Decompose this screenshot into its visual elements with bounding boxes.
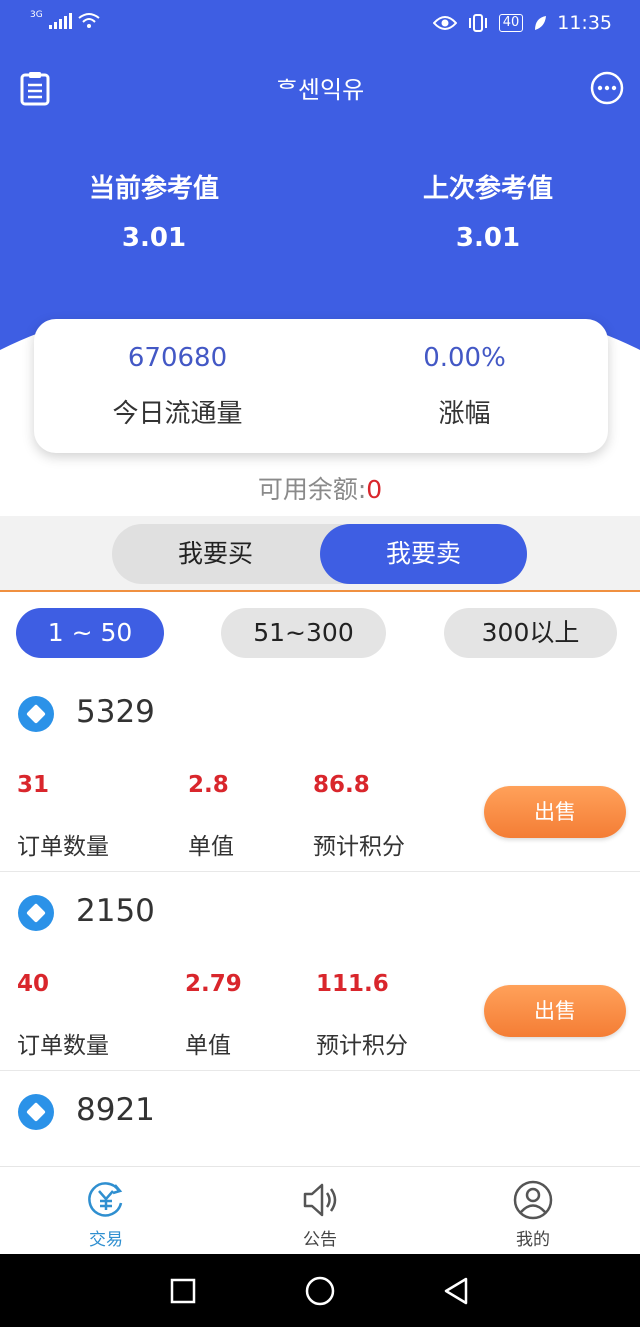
nav-trade[interactable]: 交易 (46, 1179, 166, 1250)
points-value: 111.6 (316, 971, 389, 997)
diamond-icon (18, 895, 54, 931)
home-icon[interactable] (305, 1276, 335, 1306)
volume-stat: 670680 今日流通量 (34, 343, 321, 430)
more-icon[interactable] (589, 70, 625, 106)
list-item: 5329 (0, 684, 640, 744)
points-value: 86.8 (313, 772, 370, 798)
summary-card: 670680 今日流通量 0.00% 涨幅 (34, 319, 608, 453)
item-id: 2150 (76, 893, 155, 929)
points-label: 预计积分 (313, 834, 405, 860)
diamond-icon (18, 696, 54, 732)
item-id: 8921 (76, 1092, 155, 1128)
clock: 11:35 (557, 12, 612, 34)
diamond-icon (18, 1094, 54, 1130)
unit-label: 单值 (188, 834, 234, 860)
leaf-icon (535, 16, 547, 30)
page-title: ᄒ센익유 (275, 76, 365, 104)
tab-sell[interactable]: 我要卖 (320, 524, 527, 584)
nav-trade-label: 交易 (89, 1230, 123, 1250)
change-label: 涨幅 (438, 399, 491, 429)
current-reference-label: 当前参考值 (88, 174, 219, 204)
vibrate-icon (468, 14, 487, 32)
range-filter-51-300[interactable]: 51~300 (221, 608, 386, 658)
list-item: 2150 (0, 883, 640, 943)
status-bar: 3G 40 11:35 (0, 10, 640, 40)
back-icon[interactable] (442, 1276, 470, 1306)
trade-icon (88, 1182, 123, 1217)
unit-value: 2.8 (188, 772, 229, 798)
range-filter-1-50[interactable]: 1 ~ 50 (16, 608, 164, 658)
sell-button[interactable]: 出售 (484, 985, 626, 1037)
order-count-value: 31 (17, 772, 50, 798)
order-count-label: 订单数量 (17, 834, 109, 860)
recents-icon[interactable] (170, 1278, 196, 1304)
divider (0, 871, 640, 872)
battery-icon: 40 (498, 14, 524, 32)
current-reference: 当前参考值 3.01 (24, 168, 284, 253)
tab-buy[interactable]: 我要买 (112, 524, 319, 584)
current-reference-value: 3.01 (121, 223, 187, 253)
change-value: 0.00% (423, 343, 506, 373)
volume-label: 今日流通量 (112, 399, 243, 429)
order-count-label: 订单数量 (17, 1033, 109, 1059)
nav-mine-label: 我的 (516, 1230, 550, 1250)
system-nav-bar (0, 1254, 640, 1327)
item-id: 5329 (76, 694, 155, 730)
balance-amount: 0 (366, 475, 383, 504)
divider (0, 1070, 640, 1071)
trade-tabs: 我要买 我要卖 (0, 516, 640, 592)
wifi-icon (78, 13, 100, 28)
sell-button[interactable]: 出售 (484, 786, 626, 838)
list-item: 8921 (0, 1082, 640, 1142)
points-label: 预计积分 (316, 1033, 408, 1059)
order-count-value: 40 (17, 971, 50, 997)
range-filter-300-plus[interactable]: 300以上 (444, 608, 617, 658)
volume-value: 670680 (127, 343, 228, 373)
previous-reference-value: 3.01 (455, 223, 521, 253)
segmented-control: 我要买 我要卖 (112, 524, 527, 584)
network-type: 3G (30, 10, 43, 20)
bottom-nav: 交易 公告 我的 (0, 1166, 640, 1255)
unit-value: 2.79 (185, 971, 242, 997)
unit-label: 单值 (185, 1033, 231, 1059)
eye-icon (432, 16, 457, 30)
previous-reference: 上次参考值 3.01 (358, 168, 618, 253)
nav-announcement-label: 公告 (303, 1230, 337, 1250)
speaker-icon (303, 1183, 337, 1217)
change-stat: 0.00% 涨幅 (321, 343, 608, 430)
balance-label: 可用余额: (257, 475, 367, 504)
available-balance: 可用余额:0 (0, 470, 640, 506)
previous-reference-label: 上次参考值 (422, 174, 553, 204)
signal-icon (48, 13, 72, 29)
app-header: ᄒ센익유 (0, 60, 640, 116)
nav-announcement[interactable]: 公告 (260, 1179, 380, 1250)
user-icon (513, 1180, 553, 1220)
nav-mine[interactable]: 我的 (473, 1179, 593, 1250)
